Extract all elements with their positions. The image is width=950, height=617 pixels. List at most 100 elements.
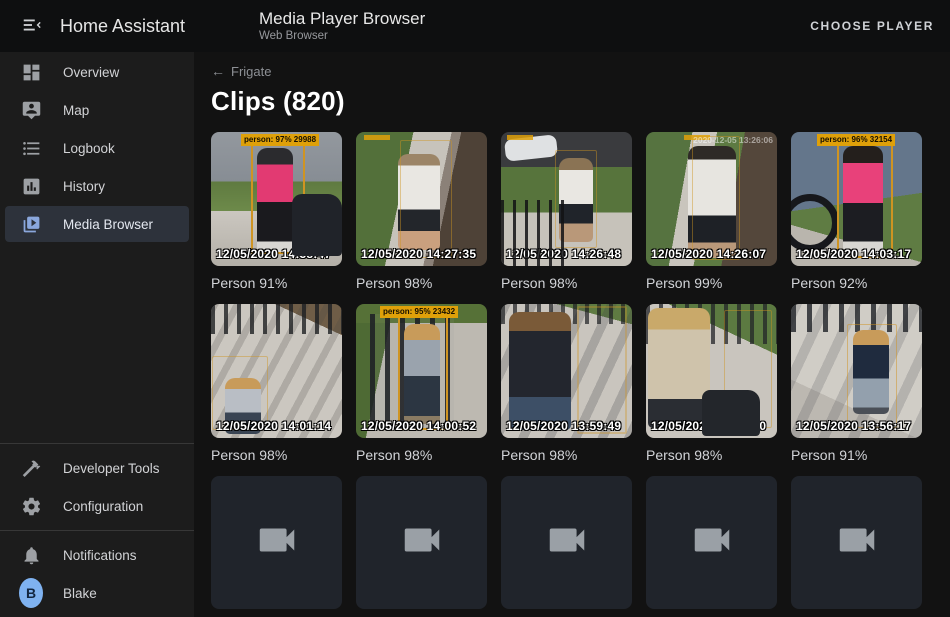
map-account-icon xyxy=(19,98,43,122)
folder-card xyxy=(356,476,487,609)
folder-yesterday[interactable]: Yesterday (209) xyxy=(356,476,487,617)
sidebar-item-user-profile[interactable]: B Blake xyxy=(5,575,189,611)
list-icon xyxy=(19,136,43,160)
clip-thumbnail[interactable]: person: 97% 29988 12/05/2020 14:38:47 Pe… xyxy=(211,132,342,292)
clip-caption: Person 98% xyxy=(211,447,342,464)
chart-box-icon xyxy=(19,174,43,198)
clip-timestamp-overlay: 12/05/2020 14:26:07 xyxy=(651,247,766,261)
breadcrumb-back-link[interactable]: ← Frigate xyxy=(211,63,271,79)
clips-grid: person: 97% 29988 12/05/2020 14:38:47 Pe… xyxy=(211,132,950,617)
detection-label-fragment xyxy=(364,135,390,140)
detection-label-fragment xyxy=(507,135,533,140)
clip-thumbnail[interactable]: 12/05/2020 14:27:35 Person 98% xyxy=(356,132,487,292)
sidebar-divider xyxy=(0,530,194,531)
dashboard-icon xyxy=(19,60,43,84)
play-box-multiple-icon xyxy=(19,212,43,236)
detection-box xyxy=(400,140,452,258)
breadcrumb-label: Frigate xyxy=(231,64,271,79)
clip-photo: 12/05/2020 13:59:49 xyxy=(501,304,632,438)
sidebar-item-map[interactable]: Map xyxy=(5,92,189,128)
clip-timestamp-overlay: 12/05/2020 13:58:30 xyxy=(651,419,766,433)
clip-thumbnail[interactable]: 2020-12-05 13:26:06 12/05/2020 14:26:07 … xyxy=(646,132,777,292)
detection-label: person: 97% 29988 xyxy=(241,134,319,146)
clip-caption: Person 99% xyxy=(646,275,777,292)
app-title: Home Assistant xyxy=(60,16,185,37)
sidebar-item-label: Map xyxy=(63,103,89,118)
clip-caption: Person 98% xyxy=(501,447,632,464)
clip-caption: Person 98% xyxy=(501,275,632,292)
choose-player-button[interactable]: CHOOSE PLAYER xyxy=(810,19,934,33)
folder-last-month[interactable]: Last Month (318) xyxy=(646,476,777,617)
clip-photo: person: 97% 29988 12/05/2020 14:38:47 xyxy=(211,132,342,266)
clip-caption: Person 91% xyxy=(791,447,922,464)
sidebar-footer: Developer Tools Configuration Notificati… xyxy=(0,437,194,613)
clip-caption: Person 98% xyxy=(356,447,487,464)
clip-photo: person: 96% 32154 12/05/2020 14:03:17 xyxy=(791,132,922,266)
detection-box xyxy=(577,306,627,434)
clip-photo: 2020-12-05 13:26:06 12/05/2020 14:26:07 xyxy=(646,132,777,266)
clip-thumbnail[interactable]: person: 96% 32154 12/05/2020 14:03:17 Pe… xyxy=(791,132,922,292)
detection-box xyxy=(692,136,740,260)
sidebar-item-configuration[interactable]: Configuration xyxy=(5,488,189,524)
clip-timestamp-overlay: 12/05/2020 13:56:17 xyxy=(796,419,911,433)
sidebar-item-label: Blake xyxy=(63,586,97,601)
detection-box xyxy=(724,310,772,428)
camera-osd-timestamp: 2020-12-05 13:26:06 xyxy=(693,135,773,145)
sidebar-item-media-browser[interactable]: Media Browser xyxy=(5,206,189,242)
sidebar-toggle-button[interactable] xyxy=(12,6,52,46)
sidebar-item-label: Media Browser xyxy=(63,217,153,232)
sidebar-item-label: Configuration xyxy=(63,499,143,514)
sidebar-item-logbook[interactable]: Logbook xyxy=(5,130,189,166)
detection-box xyxy=(251,140,305,254)
clip-thumbnail[interactable]: 12/05/2020 13:59:49 Person 98% xyxy=(501,304,632,464)
sidebar-item-label: Overview xyxy=(63,65,119,80)
clip-thumbnail[interactable]: 12/05/2020 14:01:14 Person 98% xyxy=(211,304,342,464)
clip-photo: 12/05/2020 14:01:14 xyxy=(211,304,342,438)
clip-thumbnail[interactable]: 12/05/2020 13:58:30 Person 98% xyxy=(646,304,777,464)
detection-box xyxy=(398,316,448,430)
sidebar: Overview Map Logbook History Media Brows… xyxy=(0,52,194,617)
clip-caption: Person 98% xyxy=(646,447,777,464)
gear-icon xyxy=(19,494,43,518)
clip-photo: person: 95% 23432 12/05/2020 14:00:52 xyxy=(356,304,487,438)
sidebar-item-history[interactable]: History xyxy=(5,168,189,204)
clip-caption: Person 98% xyxy=(356,275,487,292)
clip-timestamp-overlay: 12/05/2020 14:26:48 xyxy=(506,247,621,261)
clip-caption: Person 91% xyxy=(211,275,342,292)
video-camera-icon xyxy=(544,517,590,568)
detected-person xyxy=(648,308,710,428)
back-arrow-icon: ← xyxy=(211,63,225,79)
clip-timestamp-overlay: 12/05/2020 13:59:49 xyxy=(506,419,621,433)
app-bar: Home Assistant Media Player Browser Web … xyxy=(0,0,950,52)
folder-this-month[interactable]: This Month (502) xyxy=(501,476,632,617)
menu-open-icon xyxy=(21,14,43,39)
media-browser-content: ← Frigate Clips (820) person: 97% 29988 … xyxy=(194,52,950,617)
folder-today[interactable]: Today (164) xyxy=(211,476,342,617)
panel-title: Media Player Browser xyxy=(259,9,425,29)
video-camera-icon xyxy=(254,517,300,568)
bell-icon xyxy=(19,543,43,567)
clip-thumbnail[interactable]: 12/05/2020 14:26:48 Person 98% xyxy=(501,132,632,292)
video-camera-icon xyxy=(834,517,880,568)
page-title: Clips (820) xyxy=(211,86,950,117)
clip-photo: 12/05/2020 13:58:30 xyxy=(646,304,777,438)
folder-card xyxy=(791,476,922,609)
folder-back[interactable]: Back (427) xyxy=(791,476,922,617)
video-camera-icon xyxy=(399,517,445,568)
hammer-icon xyxy=(19,456,43,480)
sidebar-header: Home Assistant xyxy=(0,6,194,46)
sidebar-item-notifications[interactable]: Notifications xyxy=(5,537,189,573)
detection-box xyxy=(847,324,897,428)
video-camera-icon xyxy=(689,517,735,568)
clip-thumbnail[interactable]: person: 95% 23432 12/05/2020 14:00:52 Pe… xyxy=(356,304,487,464)
sidebar-item-label: History xyxy=(63,179,105,194)
sidebar-item-developer-tools[interactable]: Developer Tools xyxy=(5,450,189,486)
sidebar-item-overview[interactable]: Overview xyxy=(5,54,189,90)
sidebar-item-label: Notifications xyxy=(63,548,137,563)
clip-timestamp-overlay: 12/05/2020 14:00:52 xyxy=(361,419,476,433)
folder-card xyxy=(501,476,632,609)
sidebar-item-label: Logbook xyxy=(63,141,115,156)
panel-title-block: Media Player Browser Web Browser xyxy=(259,9,425,43)
folder-card xyxy=(646,476,777,609)
clip-thumbnail[interactable]: 12/05/2020 13:56:17 Person 91% xyxy=(791,304,922,464)
